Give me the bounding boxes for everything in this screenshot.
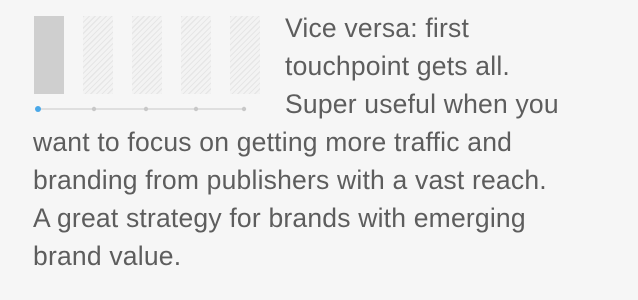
touchpoint-bar-first — [34, 16, 64, 94]
touchpoint-bar-5 — [230, 16, 260, 94]
timeline-svg — [35, 106, 247, 112]
description-line-4: want to focus on getting more traffic an… — [33, 127, 513, 157]
attribution-graphic — [34, 16, 260, 126]
touchpoint-bar-3 — [132, 16, 162, 94]
touchpoint-timeline — [34, 102, 260, 116]
timeline-dot-3 — [143, 106, 149, 112]
touchpoint-bar-4 — [181, 16, 211, 94]
description-line-7: brand value. — [33, 241, 182, 271]
touchpoint-bar-2 — [83, 16, 113, 94]
timeline-dot-5 — [241, 106, 247, 112]
touchpoint-bars — [34, 16, 260, 96]
description-line-2: touchpoint gets all. — [285, 51, 510, 81]
timeline-dot-2 — [91, 106, 97, 112]
description-line-1: Vice versa: first — [285, 13, 470, 43]
timeline-dot-4 — [193, 106, 199, 112]
description-line-5: branding from publishers with a vast rea… — [33, 165, 547, 195]
description-line-6: A great strategy for brands with emergin… — [33, 203, 526, 233]
timeline-dot-1 — [35, 106, 41, 112]
description-line-3: Super useful when you — [285, 89, 559, 119]
